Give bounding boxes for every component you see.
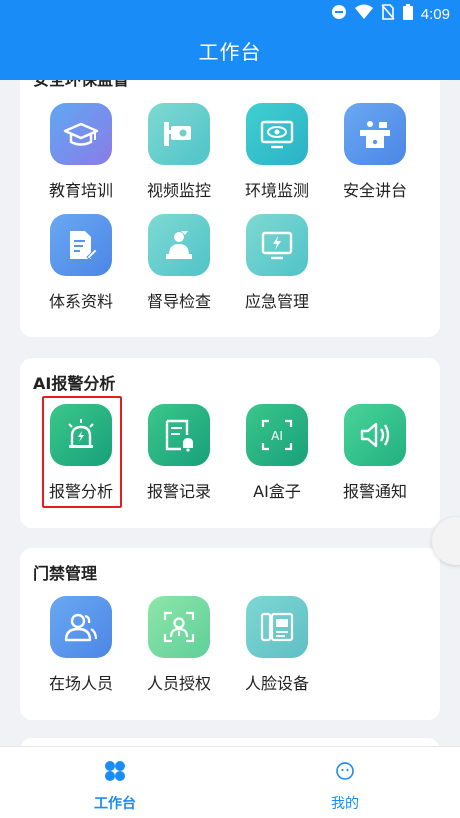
status-icons: 4:09 xyxy=(331,4,450,24)
grid-item-label: 教育培训 xyxy=(48,181,113,200)
grid-item-label: 在场人员 xyxy=(48,674,113,693)
grid-icon xyxy=(103,761,127,787)
grid-item-ai-box[interactable]: AI AI盒子 xyxy=(228,404,326,502)
grid-item-label: 人员授权 xyxy=(146,674,211,693)
battery-icon xyxy=(402,4,413,24)
inspector-icon xyxy=(148,214,210,276)
ai-box-icon: AI xyxy=(246,404,308,466)
grid-item-emergency[interactable]: 应急管理 xyxy=(228,214,326,312)
grid-item-label: 报警通知 xyxy=(342,482,407,501)
status-bar: 4:09 xyxy=(0,0,460,28)
no-sim-icon xyxy=(381,4,395,24)
people-icon xyxy=(50,596,112,658)
grid-item-label: 体系资料 xyxy=(48,292,113,311)
grid-item-onsite-people[interactable]: 在场人员 xyxy=(32,596,130,694)
grid-item-label: 视频监控 xyxy=(146,181,211,200)
section-title: 安全环保监督 xyxy=(33,80,129,90)
document-pen-icon xyxy=(50,214,112,276)
wifi-icon xyxy=(354,4,373,24)
grid-item-label: AI盒子 xyxy=(253,482,301,501)
grid-item-env-monitor[interactable]: 环境监测 xyxy=(228,103,326,201)
grid-item-alarm-notify[interactable]: 报警通知 xyxy=(326,404,424,502)
section-ai-alarm: AI报警分析 报警分析 报警记录 AI AI盒子 报警通知 xyxy=(20,358,440,528)
grid-item-label: 环境监测 xyxy=(244,181,309,200)
nav-label: 我的 xyxy=(331,796,359,812)
nav-label: 工作台 xyxy=(94,796,136,812)
graduation-cap-icon xyxy=(50,103,112,165)
grid-item-label: 报警记录 xyxy=(146,482,211,501)
grid-item-label: 督导检查 xyxy=(146,292,211,311)
section-title: 门禁管理 xyxy=(33,564,98,583)
face-device-icon xyxy=(246,596,308,658)
emergency-monitor-icon xyxy=(246,214,308,276)
bottom-nav: 工作台 我的 xyxy=(0,746,460,818)
grid-item-authorization[interactable]: 人员授权 xyxy=(130,596,228,694)
grid-item-label: 人脸设备 xyxy=(244,674,309,693)
svg-text:AI: AI xyxy=(271,429,283,443)
grid-item-safety-podium[interactable]: 安全讲台 xyxy=(326,103,424,201)
grid-item-face-device[interactable]: 人脸设备 xyxy=(228,596,326,694)
grid-item-system-docs[interactable]: 体系资料 xyxy=(32,214,130,312)
alarm-record-icon xyxy=(148,404,210,466)
grid-item-video-monitor[interactable]: 视频监控 xyxy=(130,103,228,201)
podium-icon xyxy=(344,103,406,165)
profile-icon xyxy=(333,762,357,787)
grid-item-label: 安全讲台 xyxy=(342,181,407,200)
page-title: 工作台 xyxy=(198,40,262,64)
workbench-content[interactable]: 安全环保监督 教育培训 视频监控 环境监测 安全讲台 xyxy=(0,80,460,746)
grid-item-alarm-record[interactable]: 报警记录 xyxy=(130,404,228,502)
section-title: AI报警分析 xyxy=(33,374,116,393)
grid-item-label: 报警分析 xyxy=(48,482,113,501)
section-safety-supervision: 安全环保监督 教育培训 视频监控 环境监测 安全讲台 xyxy=(20,80,440,337)
monitor-eye-icon xyxy=(246,103,308,165)
cctv-camera-icon xyxy=(148,103,210,165)
alarm-light-icon xyxy=(50,404,112,466)
grid-item-education[interactable]: 教育培训 xyxy=(32,103,130,201)
section-access-control: 门禁管理 在场人员 人员授权 人脸设备 xyxy=(20,548,440,720)
nav-item-profile[interactable]: 我的 xyxy=(285,759,405,813)
app-bar: 工作台 xyxy=(0,28,460,80)
speaker-icon xyxy=(344,404,406,466)
grid-item-supervision[interactable]: 督导检查 xyxy=(130,214,228,312)
face-scan-user-icon xyxy=(148,596,210,658)
do-not-disturb-icon xyxy=(331,4,347,24)
status-time: 4:09 xyxy=(420,5,450,23)
grid-item-label: 应急管理 xyxy=(244,292,309,311)
grid-item-alarm-analysis[interactable]: 报警分析 xyxy=(32,404,130,502)
nav-item-workbench[interactable]: 工作台 xyxy=(55,759,175,813)
